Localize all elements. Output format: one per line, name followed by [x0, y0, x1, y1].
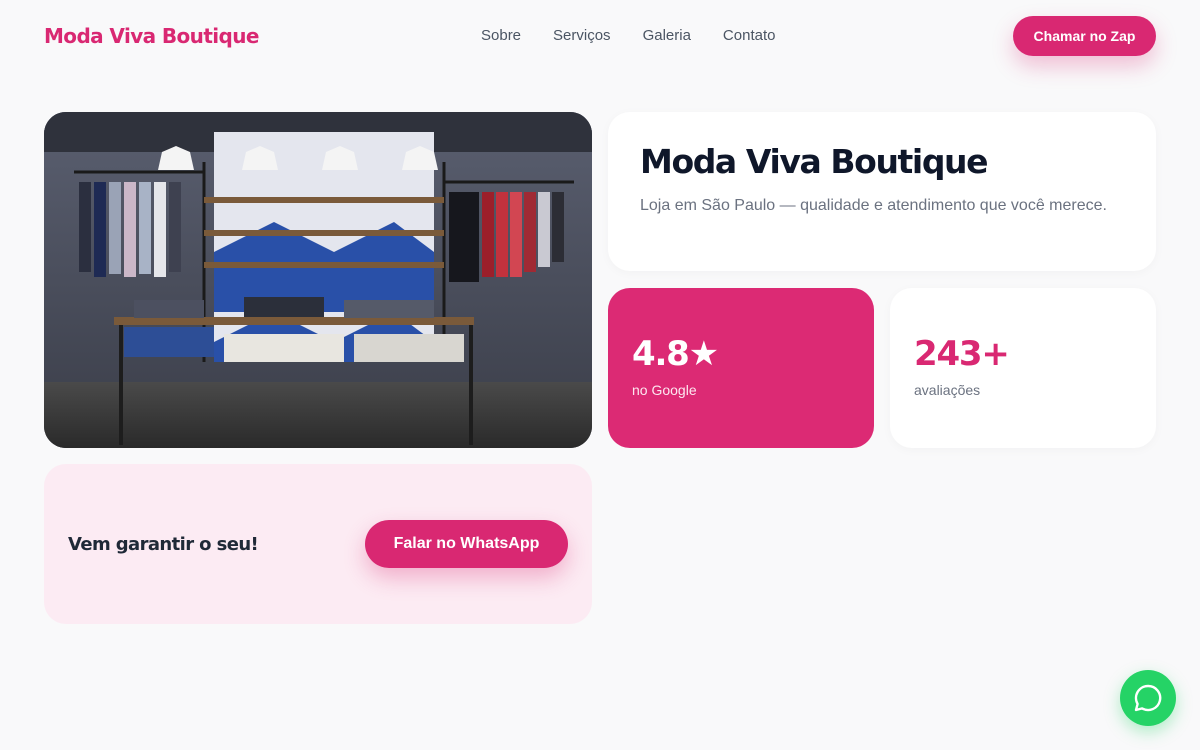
site-header: Moda Viva Boutique Sobre Serviços Galeri…: [0, 0, 1200, 72]
intro-card: Moda Viva Boutique Loja em São Paulo — q…: [608, 112, 1156, 271]
nav-link-contato[interactable]: Contato: [723, 27, 776, 44]
falar-no-whatsapp-button[interactable]: Falar no WhatsApp: [365, 520, 568, 568]
brand-logo[interactable]: Moda Viva Boutique: [44, 24, 259, 48]
rating-stat-card: 4.8★ no Google: [608, 288, 874, 448]
reviews-label: avaliações: [914, 382, 981, 398]
store-photo: [44, 112, 592, 448]
nav-link-galeria[interactable]: Galeria: [643, 27, 691, 44]
nav-link-sobre[interactable]: Sobre: [481, 27, 521, 44]
main-nav: Sobre Serviços Galeria Contato: [481, 27, 775, 44]
page-subtitle: Loja em São Paulo — qualidade e atendime…: [640, 197, 1107, 214]
rating-value: 4.8★: [632, 334, 719, 374]
reviews-value: 243+: [914, 334, 1010, 374]
cta-text: Vem garantir o seu!: [68, 534, 259, 555]
reviews-stat-card: 243+ avaliações: [890, 288, 1156, 448]
rating-label: no Google: [632, 382, 697, 398]
cta-card: Vem garantir o seu! Falar no WhatsApp: [44, 464, 592, 624]
nav-link-servicos[interactable]: Serviços: [553, 27, 611, 44]
chamar-no-zap-button[interactable]: Chamar no Zap: [1013, 16, 1156, 56]
page-title: Moda Viva Boutique: [640, 142, 989, 181]
whatsapp-icon: [1134, 684, 1162, 712]
whatsapp-float-button[interactable]: [1120, 670, 1176, 726]
